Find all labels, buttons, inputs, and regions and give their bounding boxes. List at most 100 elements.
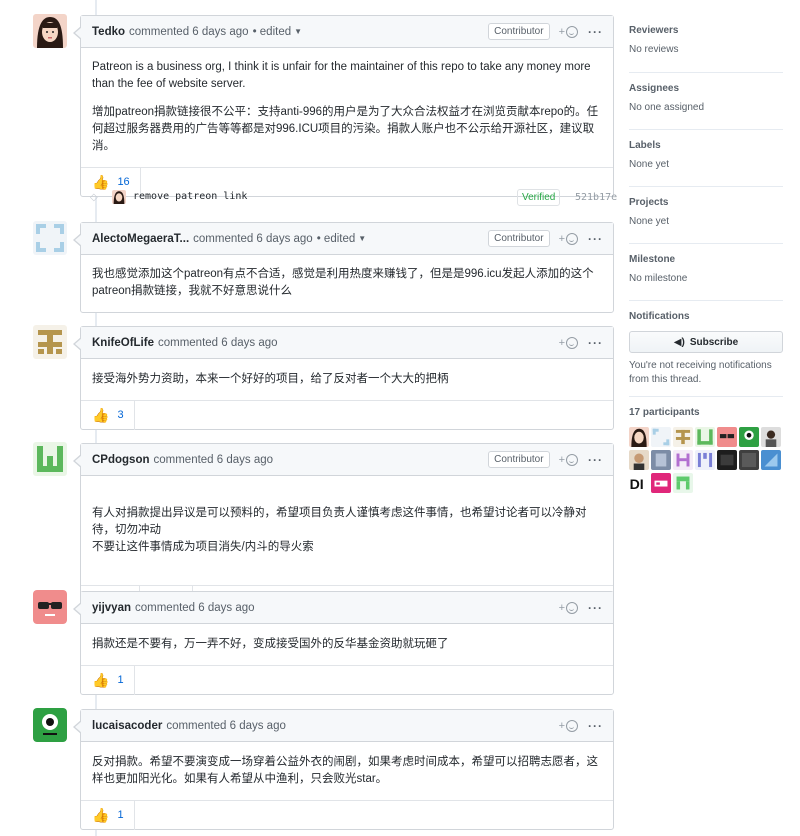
edited-menu[interactable]: • edited xyxy=(317,233,356,245)
participant-avatar[interactable] xyxy=(739,450,759,470)
comment-timestamp[interactable]: commented 6 days ago xyxy=(158,337,278,349)
avatar[interactable] xyxy=(33,442,67,476)
comment-timestamp[interactable]: commented 6 days ago xyxy=(135,602,255,614)
edited-menu[interactable]: • edited xyxy=(253,26,292,38)
comment-author[interactable]: KnifeOfLife xyxy=(92,337,154,349)
participant-avatar[interactable] xyxy=(673,427,693,447)
comment-timestamp[interactable]: commented 6 days ago xyxy=(129,26,249,38)
reviewers-title[interactable]: Reviewers xyxy=(629,25,783,36)
comment-card: KnifeOfLife commented 6 days ago + ··· 接… xyxy=(73,326,614,430)
participant-avatar[interactable] xyxy=(717,427,737,447)
participant-avatar[interactable] xyxy=(761,450,781,470)
labels-value: None yet xyxy=(629,159,670,170)
smiley-icon xyxy=(566,601,578,614)
subscribe-button[interactable]: ◀) Subscribe xyxy=(629,331,783,353)
projects-value: None yet xyxy=(629,216,670,227)
more-options-icon[interactable]: ··· xyxy=(588,601,603,615)
comment-card: CPdogson commented 6 days ago Contributo… xyxy=(73,443,614,615)
comment-timestamp[interactable]: commented 6 days ago xyxy=(166,720,286,732)
milestone-title[interactable]: Milestone xyxy=(629,254,783,265)
projects-title[interactable]: Projects xyxy=(629,197,783,208)
avatar[interactable] xyxy=(33,590,67,624)
comment-timestamp[interactable]: commented 6 days ago xyxy=(154,454,274,466)
contributor-badge: Contributor xyxy=(488,451,550,468)
reactions-bar: 👍 3 xyxy=(81,400,613,430)
participant-avatar[interactable]: DI xyxy=(629,473,649,493)
verified-badge[interactable]: Verified xyxy=(517,189,561,206)
reaction-count: 1 xyxy=(117,809,124,821)
avatar[interactable] xyxy=(33,221,67,255)
commit-sha[interactable]: 521b17e xyxy=(575,192,617,203)
commit-icon: ◇ xyxy=(90,192,98,203)
reviewers-section[interactable]: Reviewers No reviews xyxy=(629,25,783,55)
add-reaction-button[interactable]: + xyxy=(559,453,578,466)
milestone-section[interactable]: Milestone No milestone xyxy=(629,254,783,284)
divider xyxy=(629,72,783,73)
participant-avatar[interactable] xyxy=(717,450,737,470)
participant-avatar[interactable] xyxy=(695,427,715,447)
comment-body: 接受海外势力资助，本来一个好好的项目，给了反对者一个大大的把柄 xyxy=(81,359,613,400)
add-reaction-button[interactable]: + xyxy=(559,336,578,349)
comment-author[interactable]: lucaisacoder xyxy=(92,720,162,732)
comment-body: 有人对捐款提出异议是可以预料的，希望项目负责人谨慎考虑这件事情，也希望讨论者可以… xyxy=(81,476,613,585)
add-reaction-button[interactable]: + xyxy=(559,601,578,614)
thumbs-up-icon: 👍 xyxy=(92,406,110,423)
more-options-icon[interactable]: ··· xyxy=(588,25,603,39)
reaction-thumbs-up[interactable]: 👍 1 xyxy=(81,665,135,695)
comment-author[interactable]: Tedko xyxy=(92,26,125,38)
add-reaction-button[interactable]: + xyxy=(559,25,578,38)
reaction-count: 1 xyxy=(117,674,124,686)
assignees-title[interactable]: Assignees xyxy=(629,83,783,94)
commit-message[interactable]: remove patreon link xyxy=(133,191,247,202)
thumbs-up-icon: 👍 xyxy=(92,806,110,823)
thumbs-up-icon: 👍 xyxy=(92,671,110,688)
comment-header: AlectoMegaeraT... commented 6 days ago •… xyxy=(81,223,613,255)
comment-header: yijvyan commented 6 days ago + ··· xyxy=(81,592,613,624)
comment-body: 我也感觉添加这个patreon有点不合适，感觉是利用热度来赚钱了，但是是996.… xyxy=(81,255,613,312)
participant-avatar[interactable] xyxy=(629,427,649,447)
commit-author-avatar[interactable] xyxy=(112,190,126,204)
comment-author[interactable]: AlectoMegaeraT... xyxy=(92,233,189,245)
more-options-icon[interactable]: ··· xyxy=(588,232,603,246)
comment-paragraph: 我也感觉添加这个patreon有点不合适，感觉是利用热度来赚钱了，但是是996.… xyxy=(92,268,594,297)
comment-author[interactable]: CPdogson xyxy=(92,454,150,466)
more-options-icon[interactable]: ··· xyxy=(588,719,603,733)
projects-section[interactable]: Projects None yet xyxy=(629,197,783,227)
avatar[interactable] xyxy=(33,325,67,359)
divider xyxy=(629,243,783,244)
participant-avatar[interactable] xyxy=(695,450,715,470)
divider xyxy=(629,396,783,397)
participant-avatar[interactable] xyxy=(673,450,693,470)
avatar[interactable] xyxy=(33,708,67,742)
assignees-section[interactable]: Assignees No one assigned xyxy=(629,83,783,113)
comment-body: 捐款还是不要有，万一弄不好，变成接受国外的反华基金资助就玩砸了 xyxy=(81,624,613,665)
caret-down-icon[interactable]: ▼ xyxy=(358,234,366,243)
participant-avatar[interactable] xyxy=(739,427,759,447)
participant-avatar[interactable] xyxy=(761,427,781,447)
add-reaction-button[interactable]: + xyxy=(559,232,578,245)
smiley-icon xyxy=(566,719,578,732)
participant-avatar[interactable] xyxy=(651,427,671,447)
labels-title[interactable]: Labels xyxy=(629,140,783,151)
speaker-icon: ◀) xyxy=(673,336,685,348)
comment-author[interactable]: yijvyan xyxy=(92,602,131,614)
participant-avatar[interactable] xyxy=(651,450,671,470)
notifications-section: Notifications ◀) Subscribe You're not re… xyxy=(629,311,783,387)
labels-section[interactable]: Labels None yet xyxy=(629,140,783,170)
smiley-icon xyxy=(566,453,578,466)
participant-avatar[interactable] xyxy=(673,473,693,493)
more-options-icon[interactable]: ··· xyxy=(588,453,603,467)
comment-body: Patreon is a business org, I think it is… xyxy=(81,48,613,167)
reaction-thumbs-up[interactable]: 👍 1 xyxy=(81,800,135,830)
more-options-icon[interactable]: ··· xyxy=(588,336,603,350)
contributor-badge: Contributor xyxy=(488,23,550,40)
reaction-thumbs-up[interactable]: 👍 3 xyxy=(81,400,135,430)
participant-avatar[interactable] xyxy=(629,450,649,470)
caret-down-icon[interactable]: ▼ xyxy=(294,27,302,36)
reviewers-value: No reviews xyxy=(629,44,679,55)
comment-timestamp[interactable]: commented 6 days ago xyxy=(193,233,313,245)
participant-avatar[interactable] xyxy=(651,473,671,493)
add-reaction-button[interactable]: + xyxy=(559,719,578,732)
smiley-icon xyxy=(566,336,578,349)
avatar[interactable] xyxy=(33,14,67,48)
